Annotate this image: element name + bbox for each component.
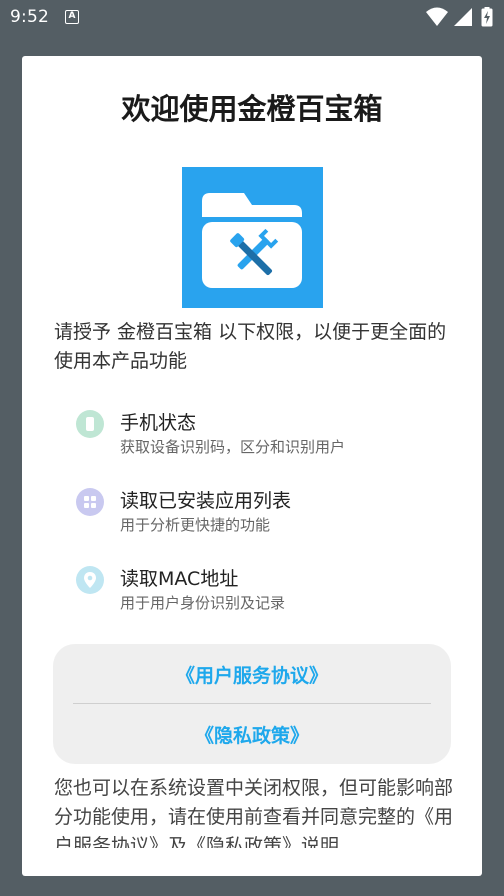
permission-desc: 用于用户身份识别及记录 bbox=[120, 594, 286, 612]
apps-grid-icon bbox=[76, 488, 104, 516]
status-time: 9:52 bbox=[10, 7, 49, 27]
dialog-title: 欢迎使用金橙百宝箱 bbox=[121, 92, 383, 126]
footer-text: 您也可以在系统设置中关闭权限，但可能影响部分功能使用，请在使用前查看并同意完整的… bbox=[54, 777, 454, 848]
status-bar: 9:52 A bbox=[0, 0, 504, 34]
permission-title: 读取已安装应用列表 bbox=[120, 490, 292, 512]
toolbox-folder-icon bbox=[202, 193, 302, 288]
battery-icon bbox=[481, 7, 493, 27]
wifi-icon bbox=[426, 7, 448, 26]
privacy-policy-link[interactable]: 《隐私政策》 bbox=[53, 721, 451, 748]
cellular-signal-icon bbox=[454, 8, 472, 26]
permission-title: 读取MAC地址 bbox=[120, 568, 239, 590]
divider bbox=[73, 703, 431, 704]
permission-dialog: 欢迎使用金橙百宝箱 请授予 金橙百宝箱 以下权限，以便于更全面的使用本产品功能 … bbox=[22, 56, 482, 876]
permission-title: 手机状态 bbox=[120, 412, 197, 434]
permission-desc: 获取设备识别码，区分和识别用户 bbox=[120, 438, 346, 456]
app-logo bbox=[182, 167, 323, 308]
user-service-agreement-link[interactable]: 《用户服务协议》 bbox=[53, 661, 451, 688]
permission-desc: 用于分析更快捷的功能 bbox=[120, 516, 271, 534]
phone-icon bbox=[76, 410, 104, 438]
notification-app-icon: A bbox=[65, 10, 79, 24]
location-pin-icon bbox=[76, 566, 104, 594]
intro-text: 请授予 金橙百宝箱 以下权限，以便于更全面的使用本产品功能 bbox=[54, 321, 447, 372]
agreement-links: 《用户服务协议》 《隐私政策》 bbox=[53, 644, 451, 764]
